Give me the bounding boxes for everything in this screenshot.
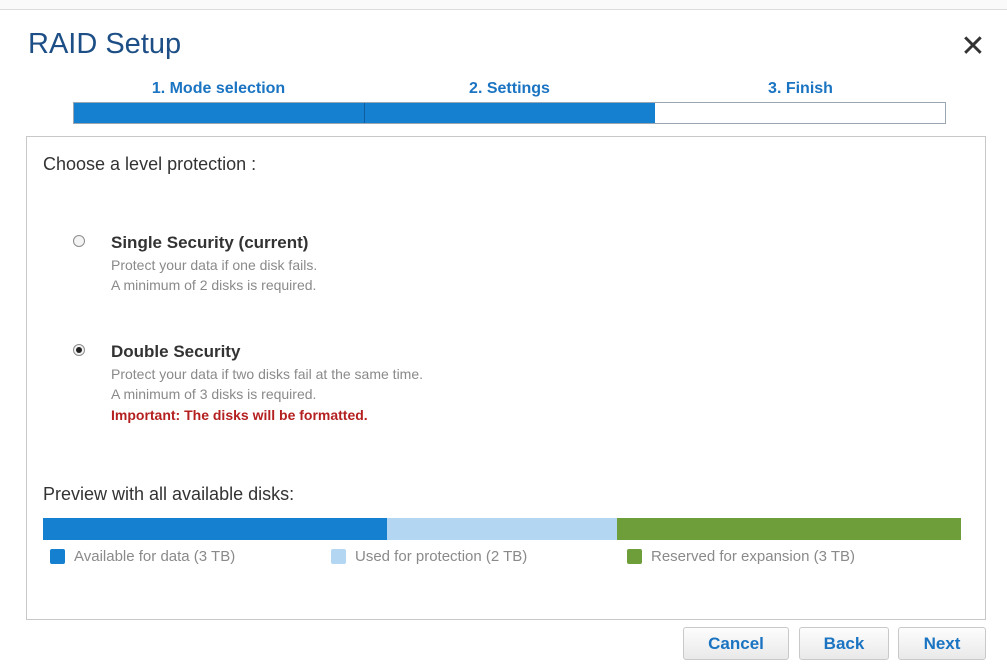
legend-data: Available for data (3 TB): [50, 548, 235, 565]
step-segment-mode-selection: [74, 103, 365, 123]
top-strip: [0, 0, 1007, 10]
next-button[interactable]: Next: [898, 627, 986, 660]
disk-preview-bar: [43, 518, 961, 540]
step-segment-settings: [364, 103, 655, 123]
format-warning: Important: The disks will be formatted.: [111, 407, 368, 423]
dialog-title: RAID Setup: [28, 28, 182, 60]
step-label-settings: 2. Settings: [469, 80, 550, 97]
protection-prompt: Choose a level protection :: [43, 154, 257, 174]
legend-swatch-protection: [331, 549, 346, 564]
step-segment-finish: [655, 103, 945, 123]
step-label-mode-selection: 1. Mode selection: [151, 80, 286, 97]
option-title: Double Security: [111, 342, 241, 361]
preview-segment-data: [43, 518, 388, 540]
step-indicator: 1. Mode selection 2. Settings 3. Finish: [73, 80, 946, 124]
legend-label-protection: Used for protection (2 TB): [355, 548, 528, 565]
legend-label-expansion: Reserved for expansion (3 TB): [651, 548, 855, 565]
option-requirement: A minimum of 2 disks is required.: [111, 277, 317, 293]
legend-protection: Used for protection (2 TB): [331, 548, 527, 565]
cancel-button[interactable]: Cancel: [683, 627, 789, 660]
back-button[interactable]: Back: [799, 627, 889, 660]
legend-expansion: Reserved for expansion (3 TB): [627, 548, 855, 565]
option-description: Protect your data if two disks fail at t…: [111, 366, 424, 382]
close-icon[interactable]: ✕: [958, 32, 988, 62]
option-description: Protect your data if one disk fails.: [111, 257, 318, 273]
preview-label: Preview with all available disks:: [43, 484, 295, 504]
legend-label-data: Available for data (3 TB): [74, 548, 236, 565]
option-title: Single Security (current): [111, 233, 309, 252]
settings-panel: Choose a level protection : Single Secur…: [26, 136, 986, 620]
legend-swatch-data: [50, 549, 65, 564]
step-progress-bar: [73, 102, 946, 124]
step-label-finish: 3. Finish: [768, 80, 833, 97]
preview-segment-expansion: [616, 518, 961, 540]
option-requirement: A minimum of 3 disks is required.: [111, 386, 317, 402]
radio-single-security[interactable]: [73, 235, 85, 247]
preview-segment-protection: [387, 518, 617, 540]
radio-double-security[interactable]: [73, 344, 85, 356]
legend-swatch-expansion: [627, 549, 642, 564]
